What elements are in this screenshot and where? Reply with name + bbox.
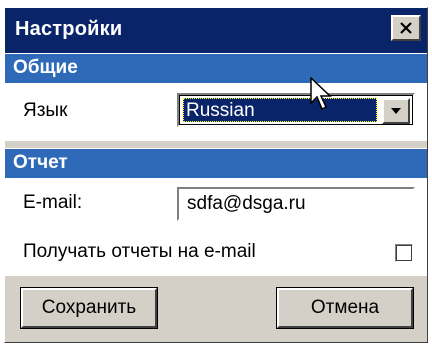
email-label: E-mail: [23,192,83,213]
section-title-report: Отчет [13,152,68,173]
email-row: E-mail: [5,178,427,230]
cancel-button[interactable]: Отмена [276,287,414,329]
title-bar[interactable]: Настройки [5,8,427,53]
screen: Настройки Общие Язык Russian Отчет E-mai… [0,0,432,347]
section-header-report: Отчет [5,148,427,178]
chevron-down-icon [391,108,401,114]
language-select-value: Russian [183,98,377,122]
save-button[interactable]: Сохранить [20,287,158,329]
dialog-title: Настройки [15,18,123,40]
cancel-button-label: Отмена [310,297,380,318]
section-title-general: Общие [13,57,78,78]
language-row: Язык Russian [5,83,427,141]
language-select[interactable]: Russian [177,93,415,127]
language-label: Язык [23,100,68,121]
section-header-general: Общие [5,53,427,83]
close-icon [400,22,412,34]
email-field[interactable] [177,187,415,221]
save-button-label: Сохранить [41,297,137,318]
settings-dialog: Настройки Общие Язык Russian Отчет E-mai… [4,7,428,343]
receive-reports-label: Получать отчеты на e-mail [23,241,256,262]
receive-reports-row: Получать отчеты на e-mail [5,230,427,276]
language-dropdown-button[interactable] [382,98,410,124]
receive-reports-checkbox[interactable] [395,244,413,262]
close-button[interactable] [391,15,421,41]
